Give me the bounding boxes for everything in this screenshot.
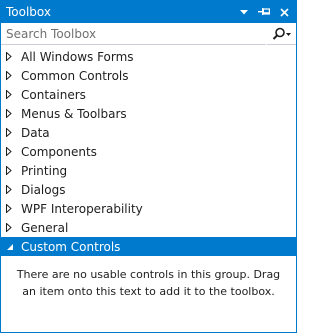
collapsed-arrow-icon[interactable]: [6, 204, 21, 213]
dropdown-arrow-icon[interactable]: [236, 4, 252, 20]
collapsed-arrow-icon[interactable]: [6, 71, 21, 80]
group-custom-controls[interactable]: Custom Controls: [1, 237, 296, 256]
collapsed-arrow-icon[interactable]: [6, 223, 21, 232]
group-general[interactable]: General: [1, 218, 296, 237]
group-label: Custom Controls: [21, 239, 121, 254]
search-input[interactable]: [6, 26, 266, 41]
collapsed-arrow-icon[interactable]: [6, 90, 21, 99]
group-label: Common Controls: [21, 68, 129, 83]
collapsed-arrow-icon[interactable]: [6, 128, 21, 137]
group-wpf-interoperability[interactable]: WPF Interoperability: [1, 199, 296, 218]
collapsed-arrow-icon[interactable]: [6, 109, 21, 118]
group-data[interactable]: Data: [1, 123, 296, 142]
group-all-windows-forms[interactable]: All Windows Forms: [1, 47, 296, 66]
group-label: Data: [21, 125, 50, 140]
group-label: All Windows Forms: [21, 49, 134, 64]
group-components[interactable]: Components: [1, 142, 296, 161]
search-icon[interactable]: [266, 22, 296, 45]
title-bar: Toolbox: [1, 1, 296, 23]
group-label: Containers: [21, 87, 86, 102]
group-printing[interactable]: Printing: [1, 161, 296, 180]
group-label: WPF Interoperability: [21, 201, 143, 216]
collapsed-arrow-icon[interactable]: [6, 52, 21, 61]
expanded-arrow-icon[interactable]: [6, 243, 21, 251]
pin-icon[interactable]: [256, 4, 272, 20]
group-label: Printing: [21, 163, 68, 178]
collapsed-arrow-icon[interactable]: [6, 166, 21, 175]
group-label: General: [21, 220, 69, 235]
group-common-controls[interactable]: Common Controls: [1, 66, 296, 85]
group-label: Menus & Toolbars: [21, 106, 127, 121]
search-bar: [1, 22, 296, 45]
group-label: Dialogs: [21, 182, 66, 197]
close-icon[interactable]: [276, 4, 292, 20]
empty-group-message[interactable]: There are no usable controls in this gro…: [1, 256, 296, 300]
toolbox-panel: Toolbox All Window: [0, 0, 297, 333]
group-label: Components: [21, 144, 97, 159]
collapsed-arrow-icon[interactable]: [6, 147, 21, 156]
group-dialogs[interactable]: Dialogs: [1, 180, 296, 199]
group-menus-toolbars[interactable]: Menus & Toolbars: [1, 104, 296, 123]
window-title: Toolbox: [6, 5, 51, 19]
toolbox-group-list: All Windows Forms Common Controls Contai…: [1, 45, 296, 256]
collapsed-arrow-icon[interactable]: [6, 185, 21, 194]
group-containers[interactable]: Containers: [1, 85, 296, 104]
